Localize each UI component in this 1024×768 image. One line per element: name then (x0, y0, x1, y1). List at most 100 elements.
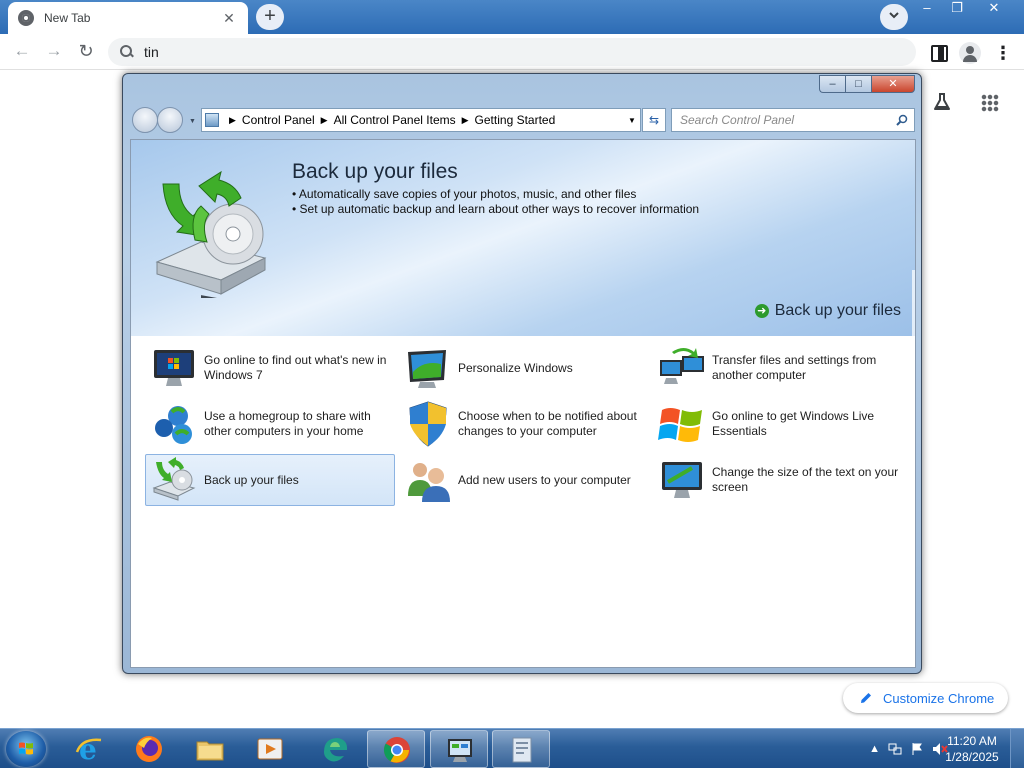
labs-icon[interactable] (932, 92, 952, 112)
cp-forward-button[interactable] (157, 107, 183, 133)
forward-icon[interactable]: → (42, 40, 66, 64)
taskbar-documents[interactable] (492, 730, 550, 768)
show-desktop-button[interactable] (1010, 729, 1024, 768)
tab-strip: New Tab ✕ + – ❐ ✕ (0, 0, 1024, 34)
menu-icon[interactable]: ⋮ (992, 42, 1014, 64)
task-label: Change the size of the text on your scre… (712, 465, 899, 494)
new-tab-button[interactable]: + (256, 4, 284, 30)
close-window-button[interactable]: ✕ (972, 0, 1016, 18)
task-label: Transfer files and settings from another… (712, 353, 877, 382)
breadcrumb-arrow-icon[interactable]: ▶ (229, 115, 236, 126)
breadcrumb-arrow-icon[interactable]: ▶ (462, 115, 469, 126)
taskbar: e ▲ 11:20 AM 1/28/2025 (0, 728, 1024, 768)
system-tray: ▲ (869, 729, 948, 768)
task-personalize[interactable]: Personalize Windows (399, 342, 649, 394)
banner-edge (912, 270, 915, 336)
taskbar-firefox[interactable] (120, 730, 178, 768)
customize-chrome-button[interactable]: Customize Chrome (843, 683, 1008, 713)
window-controls: – ❐ ✕ (912, 0, 1016, 20)
task-whats-new[interactable]: Go online to find out what's new in Wind… (145, 342, 395, 394)
tab-new-tab[interactable]: New Tab ✕ (8, 2, 248, 34)
taskbar-internet-explorer[interactable]: e (60, 730, 118, 768)
cp-search-input[interactable]: Search Control Panel (671, 108, 915, 132)
network-icon[interactable] (888, 742, 902, 756)
reload-icon[interactable]: ↻ (74, 40, 98, 64)
monitor-windows-icon (154, 350, 194, 386)
recent-pages-dropdown[interactable]: ▼ (189, 118, 196, 125)
minimize-button[interactable]: – (912, 0, 942, 18)
task-transfer[interactable]: Transfer files and settings from another… (653, 342, 903, 394)
cp-nav-buttons (132, 107, 188, 133)
taskbar-explorer[interactable] (181, 730, 239, 768)
task-homegroup[interactable]: Use a homegroup to share with other comp… (145, 398, 395, 450)
taskbar-media-player[interactable] (241, 730, 299, 768)
cp-content-area: Back up your files • Automatically save … (130, 139, 916, 668)
cp-address-bar[interactable]: ▶ Control Panel ▶ All Control Panel Item… (201, 108, 641, 132)
task-label: Use a homegroup to share with other comp… (204, 409, 371, 438)
browser-toolbar: ← → ↻ tin ⋮ (0, 34, 1024, 70)
omnibox-text: tin (144, 44, 159, 60)
tab-search-button[interactable] (880, 4, 908, 30)
documents-icon (512, 737, 532, 763)
chevron-down-icon (889, 12, 899, 19)
task-add-users[interactable]: Add new users to your computer (399, 454, 649, 506)
banner-title: Back up your files (292, 160, 458, 183)
breadcrumb-arrow-icon[interactable]: ▶ (321, 115, 328, 126)
transfer-icon (660, 348, 704, 384)
green-arrow-icon: ➜ (754, 304, 769, 318)
breadcrumb-control-panel[interactable]: Control Panel (242, 113, 315, 127)
task-text-size[interactable]: Change the size of the text on your scre… (653, 454, 903, 506)
edge-icon (324, 738, 348, 762)
chrome-icon (18, 10, 34, 26)
uac-shield-icon (409, 401, 447, 447)
close-tab-icon[interactable]: ✕ (220, 10, 238, 27)
firefox-icon (136, 736, 162, 762)
media-player-icon (257, 738, 283, 760)
search-icon[interactable] (896, 114, 908, 126)
cp-minimize-button[interactable]: – (819, 75, 845, 93)
task-label: Personalize Windows (458, 360, 573, 375)
display-icon (662, 462, 702, 498)
address-bar[interactable]: tin (108, 38, 916, 66)
task-banner: Back up your files • Automatically save … (131, 140, 915, 336)
taskbar-chrome[interactable] (367, 730, 425, 768)
svg-text:e: e (79, 734, 97, 764)
personalize-icon (408, 350, 446, 388)
clock-time: 11:20 AM (947, 734, 997, 748)
cp-search-placeholder: Search Control Panel (680, 113, 795, 127)
cp-close-button[interactable]: ✕ (871, 75, 915, 93)
task-windows-live[interactable]: Go online to get Windows Live Essentials (653, 398, 903, 450)
task-label: Choose when to be notified about changes… (458, 409, 637, 438)
apps-grid-icon[interactable] (981, 94, 999, 112)
cp-back-button[interactable] (132, 107, 158, 133)
taskbar-control-panel[interactable] (430, 730, 488, 768)
restore-button[interactable]: ❐ (942, 0, 972, 18)
breadcrumb-getting-started[interactable]: Getting Started (475, 113, 556, 127)
users-icon (408, 463, 450, 502)
control-panel-icon (448, 739, 472, 762)
cp-maximize-button[interactable]: □ (845, 75, 871, 93)
banner-backup-link[interactable]: ➜ Back up your files (754, 302, 901, 320)
backup-large-icon (155, 170, 267, 298)
clock[interactable]: 11:20 AM 1/28/2025 (942, 733, 1002, 765)
taskbar-edge[interactable] (306, 730, 364, 768)
profile-icon[interactable] (959, 42, 981, 64)
search-icon (120, 45, 134, 59)
tab-title: New Tab (44, 11, 91, 25)
breadcrumb-all-items[interactable]: All Control Panel Items (334, 113, 456, 127)
tray-expand-icon[interactable]: ▲ (869, 743, 880, 755)
address-dropdown-icon[interactable]: ▼ (624, 116, 640, 125)
file-explorer-icon (196, 741, 224, 761)
task-backup[interactable]: Back up your files (145, 454, 395, 506)
banner-link-label: Back up your files (774, 302, 901, 319)
customize-chrome-label: Customize Chrome (883, 690, 995, 706)
side-panel-icon[interactable] (928, 42, 950, 64)
refresh-button[interactable]: ⇆ (642, 108, 666, 132)
task-label: Go online to get Windows Live Essentials (712, 409, 875, 438)
task-uac[interactable]: Choose when to be notified about changes… (399, 398, 649, 450)
back-icon[interactable]: ← (10, 40, 34, 64)
action-center-flag-icon[interactable] (910, 742, 924, 756)
clock-date: 1/28/2025 (945, 750, 999, 764)
start-button[interactable] (6, 731, 46, 767)
homegroup-icon (155, 406, 192, 444)
